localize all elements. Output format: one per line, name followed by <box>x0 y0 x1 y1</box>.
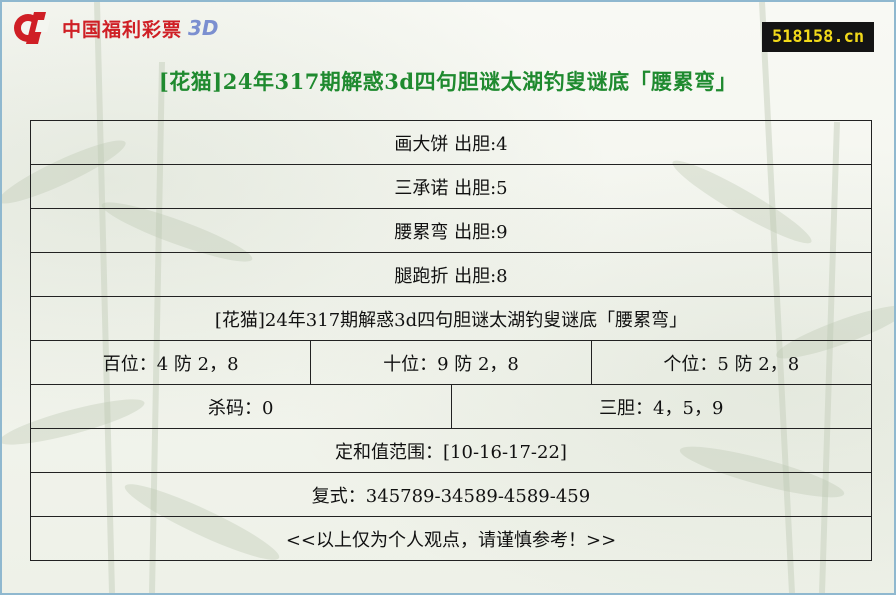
three-dan: 三胆：4，5，9 <box>451 385 872 429</box>
lottery-emblem-icon <box>14 12 50 44</box>
logo-3d-suffix: 3D <box>188 16 219 40</box>
riddle-line-2: 三承诺 出胆:5 <box>31 165 872 209</box>
kill-code: 杀码：0 <box>31 385 452 429</box>
table-row: 定和值范围：[10-16-17-22] <box>31 429 872 473</box>
page-title: [花猫]24年317期解惑3d四句胆谜太湖钓叟谜底「腰累弯」 <box>158 69 738 94</box>
table-row: 复式：345789-34589-4589-459 <box>31 473 872 517</box>
table-row: 杀码：0 三胆：4，5，9 <box>31 385 872 429</box>
disclaimer: <<以上仅为个人观点，请谨慎参考！>> <box>31 517 872 561</box>
sum-range: 定和值范围：[10-16-17-22] <box>31 429 872 473</box>
table-row: [花猫]24年317期解惑3d四句胆谜太湖钓叟谜底「腰累弯」 <box>31 297 872 341</box>
tens-position: 十位：9 防 2，8 <box>311 341 592 385</box>
riddle-line-4: 腿跑折 出胆:8 <box>31 253 872 297</box>
table-row: 腿跑折 出胆:8 <box>31 253 872 297</box>
table-row: 腰累弯 出胆:9 <box>31 209 872 253</box>
site-domain-badge[interactable]: 518158.cn <box>762 22 874 52</box>
lottery-logo: 中国福利彩票 3D <box>12 10 219 46</box>
riddle-title-row: [花猫]24年317期解惑3d四句胆谜太湖钓叟谜底「腰累弯」 <box>31 297 872 341</box>
hundreds-position: 百位：4 防 2，8 <box>31 341 312 385</box>
table-row: 画大饼 出胆:4 <box>31 121 872 165</box>
table-row: <<以上仅为个人观点，请谨慎参考！>> <box>31 517 872 561</box>
logo-text: 中国福利彩票 <box>62 18 183 41</box>
combo-numbers: 复式：345789-34589-4589-459 <box>31 473 872 517</box>
prediction-table: 画大饼 出胆:4 三承诺 出胆:5 腰累弯 出胆:9 腿跑折 出胆:8 [花猫]… <box>30 120 872 561</box>
table-row: 百位：4 防 2，8 十位：9 防 2，8 个位：5 防 2，8 <box>31 341 872 385</box>
riddle-line-1: 画大饼 出胆:4 <box>31 121 872 165</box>
table-row: 三承诺 出胆:5 <box>31 165 872 209</box>
units-position: 个位：5 防 2，8 <box>591 341 872 385</box>
riddle-line-3: 腰累弯 出胆:9 <box>31 209 872 253</box>
